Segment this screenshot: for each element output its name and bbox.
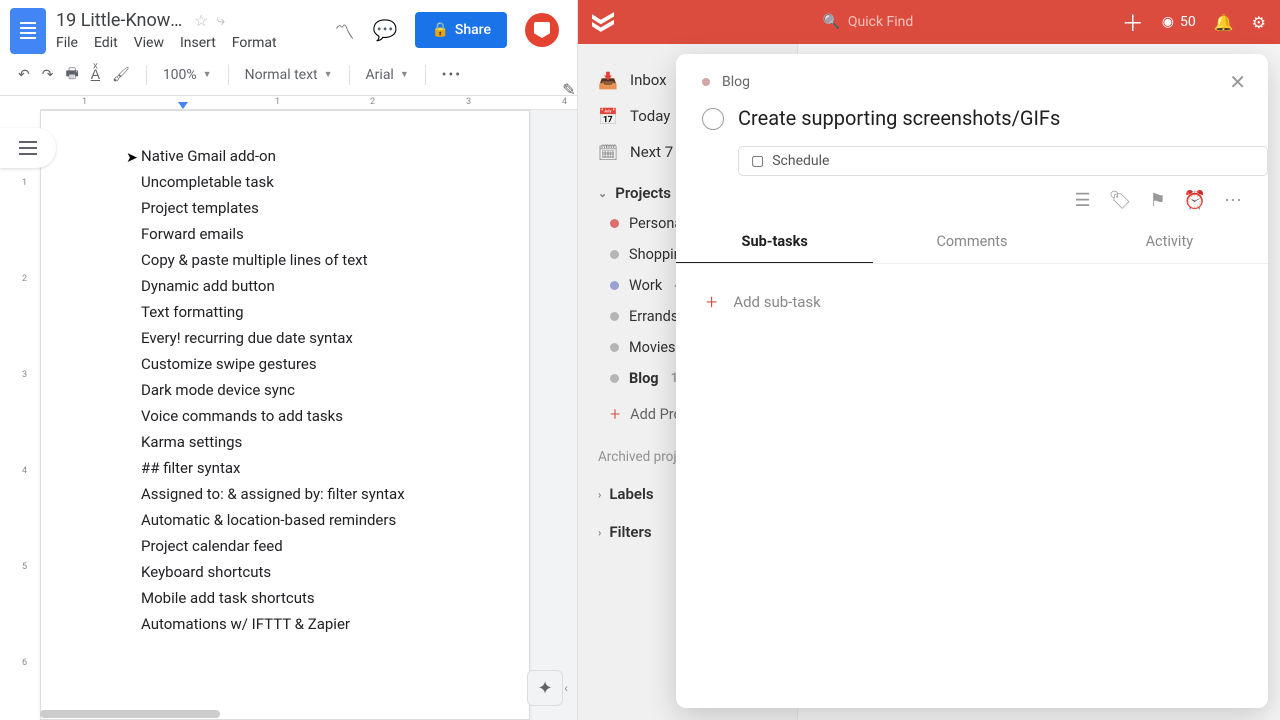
share-label: Share [455,22,491,38]
document-body: 1 2 3 4 5 6 ➤ Native Gmail add-on Uncomp… [0,110,577,720]
outline-toggle[interactable] [0,128,56,168]
close-icon[interactable]: ✕ [1229,70,1246,94]
font-dropdown[interactable]: Arial▼ [366,67,409,83]
undo-icon[interactable]: ↶ [18,67,30,83]
doc-line[interactable]: Native Gmail add-on [141,143,499,169]
search-placeholder: Quick Find [848,14,913,30]
todoist-topbar: 🔍 Quick Find ＋ ◉ 50 🔔 ⚙ [578,0,1280,44]
tab-subtasks[interactable]: Sub-tasks [676,223,873,263]
karma-score[interactable]: ◉ 50 [1162,14,1196,30]
task-title[interactable]: Create supporting screenshots/GIFs [738,106,1060,130]
doc-line[interactable]: Keyboard shortcuts [141,559,499,585]
doc-line[interactable]: Dynamic add button [141,273,499,299]
search-icon: 🔍 [822,14,839,30]
project-dot-icon [702,78,710,86]
google-docs-app: 19 Little-Known ... ☆ ⤷ File Edit View I… [0,0,578,720]
tab-activity[interactable]: Activity [1071,223,1268,263]
move-icon[interactable]: ⤷ [216,10,225,30]
schedule-button[interactable]: ▢ Schedule [738,146,1268,176]
quick-find[interactable]: 🔍 Quick Find [630,14,1106,30]
print-icon[interactable]: 🖶 [65,63,78,87]
menu-bar: File Edit View Insert Format [56,31,325,51]
more-icon[interactable]: ••• [442,67,462,83]
menu-insert[interactable]: Insert [180,35,216,51]
menu-view[interactable]: View [134,35,164,51]
doc-line[interactable]: Customize swipe gestures [141,351,499,377]
doc-line[interactable]: Dark mode device sync [141,377,499,403]
menu-edit[interactable]: Edit [94,35,118,51]
reminder-icon[interactable]: ⏰ [1184,190,1206,211]
doc-line[interactable]: Every! recurring due date syntax [141,325,499,351]
menu-file[interactable]: File [56,35,78,51]
breadcrumb[interactable]: Blog [722,74,750,90]
list-icon[interactable]: ☰ [1074,190,1090,211]
doc-line[interactable]: Voice commands to add tasks [141,403,499,429]
lock-icon: 🔒 [431,22,448,38]
gdocs-toolbar: ↶ ↷ 🖶 Aͯ 🖌 100%▼ Normal text▼ Arial▼ ••• [0,54,577,96]
zoom-dropdown[interactable]: 100%▼ [163,67,212,83]
comments-icon[interactable]: 💬 [373,18,398,42]
collapse-sidebar-icon[interactable]: ‹ [557,670,575,706]
karma-icon: ◉ [1162,14,1174,30]
todoist-app: 🔍 Quick Find ＋ ◉ 50 🔔 ⚙ 📥 Inbox14 📅 Toda… [578,0,1280,720]
doc-line[interactable]: Karma settings [141,429,499,455]
plus-icon: + [706,290,717,314]
spellcheck-icon[interactable]: Aͯ [91,66,100,83]
vertical-ruler[interactable]: 1 2 3 4 5 6 [0,110,40,720]
doc-line[interactable]: Assigned to: & assigned by: filter synta… [141,481,499,507]
style-dropdown[interactable]: Normal text▼ [245,67,333,83]
calendar-icon: ▢ [751,153,764,169]
task-checkbox[interactable] [702,108,724,130]
horizontal-scrollbar[interactable] [40,710,220,718]
todoist-logo-icon[interactable] [592,11,614,33]
add-task-icon[interactable]: ＋ [1122,6,1144,38]
document-page[interactable]: ➤ Native Gmail add-on Uncompletable task… [40,110,530,720]
gdocs-header: 19 Little-Known ... ☆ ⤷ File Edit View I… [0,0,577,54]
menu-format[interactable]: Format [232,35,277,51]
paint-format-icon[interactable]: 🖌 [112,67,130,83]
activity-icon[interactable]: 〽 [335,16,355,45]
doc-line[interactable]: Automatic & location-based reminders [141,507,499,533]
tag-icon[interactable]: 🏷 [1109,190,1132,211]
redo-icon[interactable]: ↷ [42,67,54,83]
task-tabs: Sub-tasks Comments Activity [676,223,1268,264]
star-icon[interactable]: ☆ [194,11,208,30]
doc-line[interactable]: ## filter syntax [141,455,499,481]
account-avatar[interactable] [525,13,559,47]
horizontal-ruler[interactable]: 1 1 2 3 4 [40,96,577,110]
settings-gear-icon[interactable]: ⚙ [1252,13,1266,32]
doc-line[interactable]: Forward emails [141,221,499,247]
doc-line[interactable]: Project templates [141,195,499,221]
doc-line[interactable]: Automations w/ IFTTT & Zapier [141,611,499,637]
doc-line[interactable]: Copy & paste multiple lines of text [141,247,499,273]
doc-line[interactable]: Text formatting [141,299,499,325]
doc-line[interactable]: Project calendar feed [141,533,499,559]
text-cursor-icon: ➤ [126,145,138,171]
notifications-icon[interactable]: 🔔 [1214,13,1234,32]
doc-line[interactable]: Uncompletable task [141,169,499,195]
more-icon[interactable]: ⋯ [1224,190,1242,211]
doc-title[interactable]: 19 Little-Known ... [56,10,186,31]
add-subtask[interactable]: + Add sub-task [702,284,1242,320]
flag-icon[interactable]: ⚑ [1149,190,1165,211]
tab-comments[interactable]: Comments [873,223,1070,263]
task-detail-panel: Blog ✕ Create supporting screenshots/GIF… [676,54,1268,708]
indent-marker-icon[interactable] [178,102,188,109]
share-button[interactable]: 🔒 Share [415,12,507,48]
docs-logo-icon[interactable] [10,8,46,54]
doc-line[interactable]: Mobile add task shortcuts [141,585,499,611]
